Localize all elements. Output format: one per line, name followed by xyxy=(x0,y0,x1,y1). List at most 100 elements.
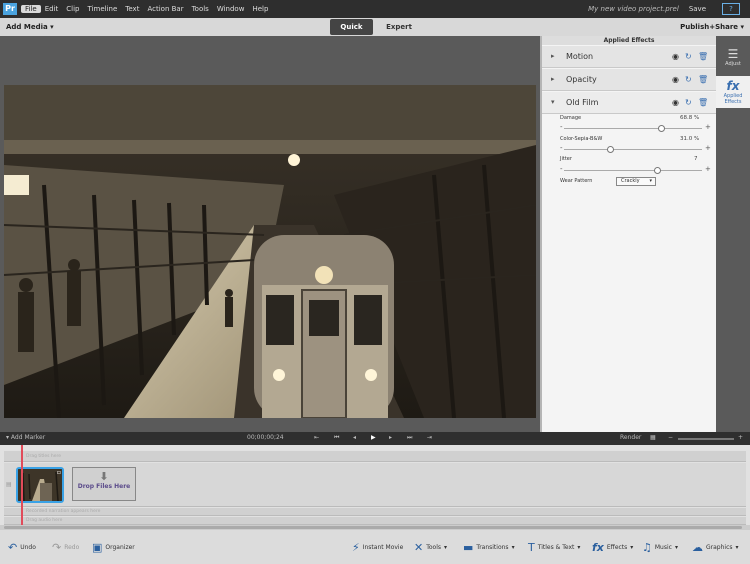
reset-icon[interactable]: ↻ xyxy=(685,98,692,107)
chevron-down-icon: ▾ xyxy=(649,178,652,184)
chevron-down-icon: ▾ xyxy=(735,544,739,551)
effect-row-old-film[interactable]: ▾ Old Film ◉ ↻ 🗑 xyxy=(542,92,716,114)
reset-icon[interactable]: ↻ xyxy=(685,52,692,61)
undo-button[interactable]: ↶ Undo xyxy=(8,541,36,554)
fx-badge-icon: ▫ xyxy=(56,469,61,476)
tab-quick[interactable]: Quick xyxy=(330,19,373,35)
applied-effects-panel: Applied Effects ▸ Motion ◉ ↻ 🗑 ▸ Opacity… xyxy=(540,36,716,432)
play-icon[interactable]: ▶ xyxy=(371,434,376,441)
zoom-out-icon[interactable]: − xyxy=(668,434,673,441)
eye-icon[interactable]: ◉ xyxy=(672,98,679,107)
param-value-jitter[interactable]: 7 xyxy=(694,156,698,162)
expand-arrow-icon[interactable]: ▸ xyxy=(551,52,555,60)
slider-color[interactable] xyxy=(564,146,702,153)
reset-icon[interactable]: ↻ xyxy=(685,75,692,84)
zoom-in-icon[interactable]: + xyxy=(738,434,743,441)
monitor-panel xyxy=(0,36,540,432)
clip-thumbnail-image xyxy=(18,469,62,501)
step-forward-icon[interactable]: ▸ xyxy=(389,434,392,441)
param-value-damage[interactable]: 68.8 % xyxy=(680,115,699,121)
param-label-color: Color-Sepia-B&W xyxy=(560,136,603,142)
render-button[interactable]: Render xyxy=(620,434,641,441)
graphics-icon: ☁ xyxy=(692,541,703,554)
slider-knob[interactable] xyxy=(653,167,661,174)
drop-files-target[interactable]: ⬇ Drop Files Here xyxy=(72,467,136,501)
music-button[interactable]: ♫ Music ▾ xyxy=(642,541,678,554)
titles-label: Titles & Text xyxy=(537,544,575,551)
music-label: Music xyxy=(654,544,672,551)
effect-row-opacity[interactable]: ▸ Opacity ◉ ↻ 🗑 xyxy=(542,69,716,91)
audio-track[interactable]: Drag audio here xyxy=(4,517,746,525)
video-clip[interactable]: ▫ xyxy=(16,467,64,503)
transport-bar: ▾ Add Marker 00;00;00;24 ⇤ ⏮ ◂ ▶ ▸ ⏭ ⇥ R… xyxy=(0,432,750,445)
video-preview[interactable] xyxy=(4,85,536,418)
menu-clip[interactable]: Clip xyxy=(62,5,83,13)
slider-knob[interactable] xyxy=(657,125,665,132)
tools-button[interactable]: ✕ Tools ▾ xyxy=(414,541,447,554)
save-button[interactable]: Save xyxy=(689,5,722,13)
add-marker-label: Add Marker xyxy=(10,434,46,441)
chevron-down-icon: ▾ xyxy=(444,544,448,551)
menu-action-bar[interactable]: Action Bar xyxy=(143,5,187,13)
wear-pattern-value: Crackly xyxy=(621,178,640,184)
expand-arrow-icon[interactable]: ▸ xyxy=(551,75,555,83)
timecode: 00;00;00;24 xyxy=(247,434,284,441)
go-to-end-icon[interactable]: ⇥ xyxy=(427,434,432,441)
go-to-start-icon[interactable]: ⇤ xyxy=(314,434,319,441)
effect-row-motion[interactable]: ▸ Motion ◉ ↻ 🗑 xyxy=(542,46,716,68)
slider-max-icon: + xyxy=(705,144,711,152)
fx-icon: fx xyxy=(592,541,604,554)
wear-pattern-select[interactable]: Crackly ▾ xyxy=(616,177,656,186)
effects-button[interactable]: fx Effects ▾ xyxy=(592,541,633,554)
menu-help[interactable]: Help xyxy=(248,5,272,13)
step-back-icon[interactable]: ◂ xyxy=(353,434,356,441)
add-marker-button[interactable]: ▾ Add Marker xyxy=(6,434,45,441)
instant-movie-button[interactable]: ⚡ Instant Movie xyxy=(352,541,403,554)
graphics-button[interactable]: ☁ Graphics ▾ xyxy=(692,541,739,554)
narration-track[interactable]: Recorded narration appears here xyxy=(4,508,746,516)
tab-expert[interactable]: Expert xyxy=(380,19,418,35)
scrollbar-thumb[interactable] xyxy=(4,526,742,529)
mode-bar: Add Media ▾ Quick Expert Publish+Share ▾ xyxy=(0,18,750,36)
eye-icon[interactable]: ◉ xyxy=(672,75,679,84)
zoom-slider[interactable] xyxy=(678,438,734,440)
param-label-wear-pattern: Wear Pattern xyxy=(560,178,593,184)
menu-text[interactable]: Text xyxy=(121,5,143,13)
view-icon[interactable]: ▦ xyxy=(650,434,656,441)
eye-icon[interactable]: ◉ xyxy=(672,52,679,61)
previous-edit-icon[interactable]: ⏮ xyxy=(334,434,339,442)
next-edit-icon[interactable]: ⏭ xyxy=(407,434,412,442)
chevron-down-icon: ▾ xyxy=(511,544,515,551)
title-track[interactable]: Drag titles here xyxy=(4,451,746,462)
menu-edit[interactable]: Edit xyxy=(41,5,63,13)
menu-bar: Pr File Edit Clip Timeline Text Action B… xyxy=(0,0,750,18)
menu-tools[interactable]: Tools xyxy=(188,5,213,13)
help-icon[interactable]: ? xyxy=(722,3,740,15)
trash-icon[interactable]: 🗑 xyxy=(698,52,708,61)
titles-text-button[interactable]: T Titles & Text ▾ xyxy=(528,541,580,554)
publish-share-button[interactable]: Publish+Share ▾ xyxy=(680,23,744,31)
add-media-button[interactable]: Add Media ▾ xyxy=(6,23,54,31)
trash-icon[interactable]: 🗑 xyxy=(698,75,708,84)
playhead[interactable] xyxy=(21,445,23,530)
track-lock-icon[interactable]: ▤ xyxy=(6,481,12,488)
menu-timeline[interactable]: Timeline xyxy=(84,5,122,13)
trash-icon[interactable]: 🗑 xyxy=(698,98,708,107)
organizer-button[interactable]: ▣ Organizer xyxy=(92,541,135,554)
slider-damage[interactable] xyxy=(564,125,702,132)
slider-min-icon: - xyxy=(560,165,563,173)
tools-label: Tools xyxy=(426,544,441,551)
adjust-button[interactable]: ☰ Adjust xyxy=(716,42,750,76)
param-value-color[interactable]: 31.0 % xyxy=(680,136,699,142)
redo-button[interactable]: ↷ Redo xyxy=(52,541,79,554)
slider-jitter[interactable] xyxy=(564,167,702,174)
drop-files-label: Drop Files Here xyxy=(77,483,131,490)
transitions-button[interactable]: ▬ Transitions ▾ xyxy=(463,541,515,554)
slider-max-icon: + xyxy=(705,123,711,131)
slider-knob[interactable] xyxy=(606,146,614,153)
menu-window[interactable]: Window xyxy=(213,5,249,13)
collapse-arrow-icon[interactable]: ▾ xyxy=(551,98,555,106)
menu-file[interactable]: File xyxy=(21,5,41,13)
applied-effects-button[interactable]: fx Applied Effects xyxy=(716,76,750,108)
slider-min-icon: - xyxy=(560,123,563,131)
